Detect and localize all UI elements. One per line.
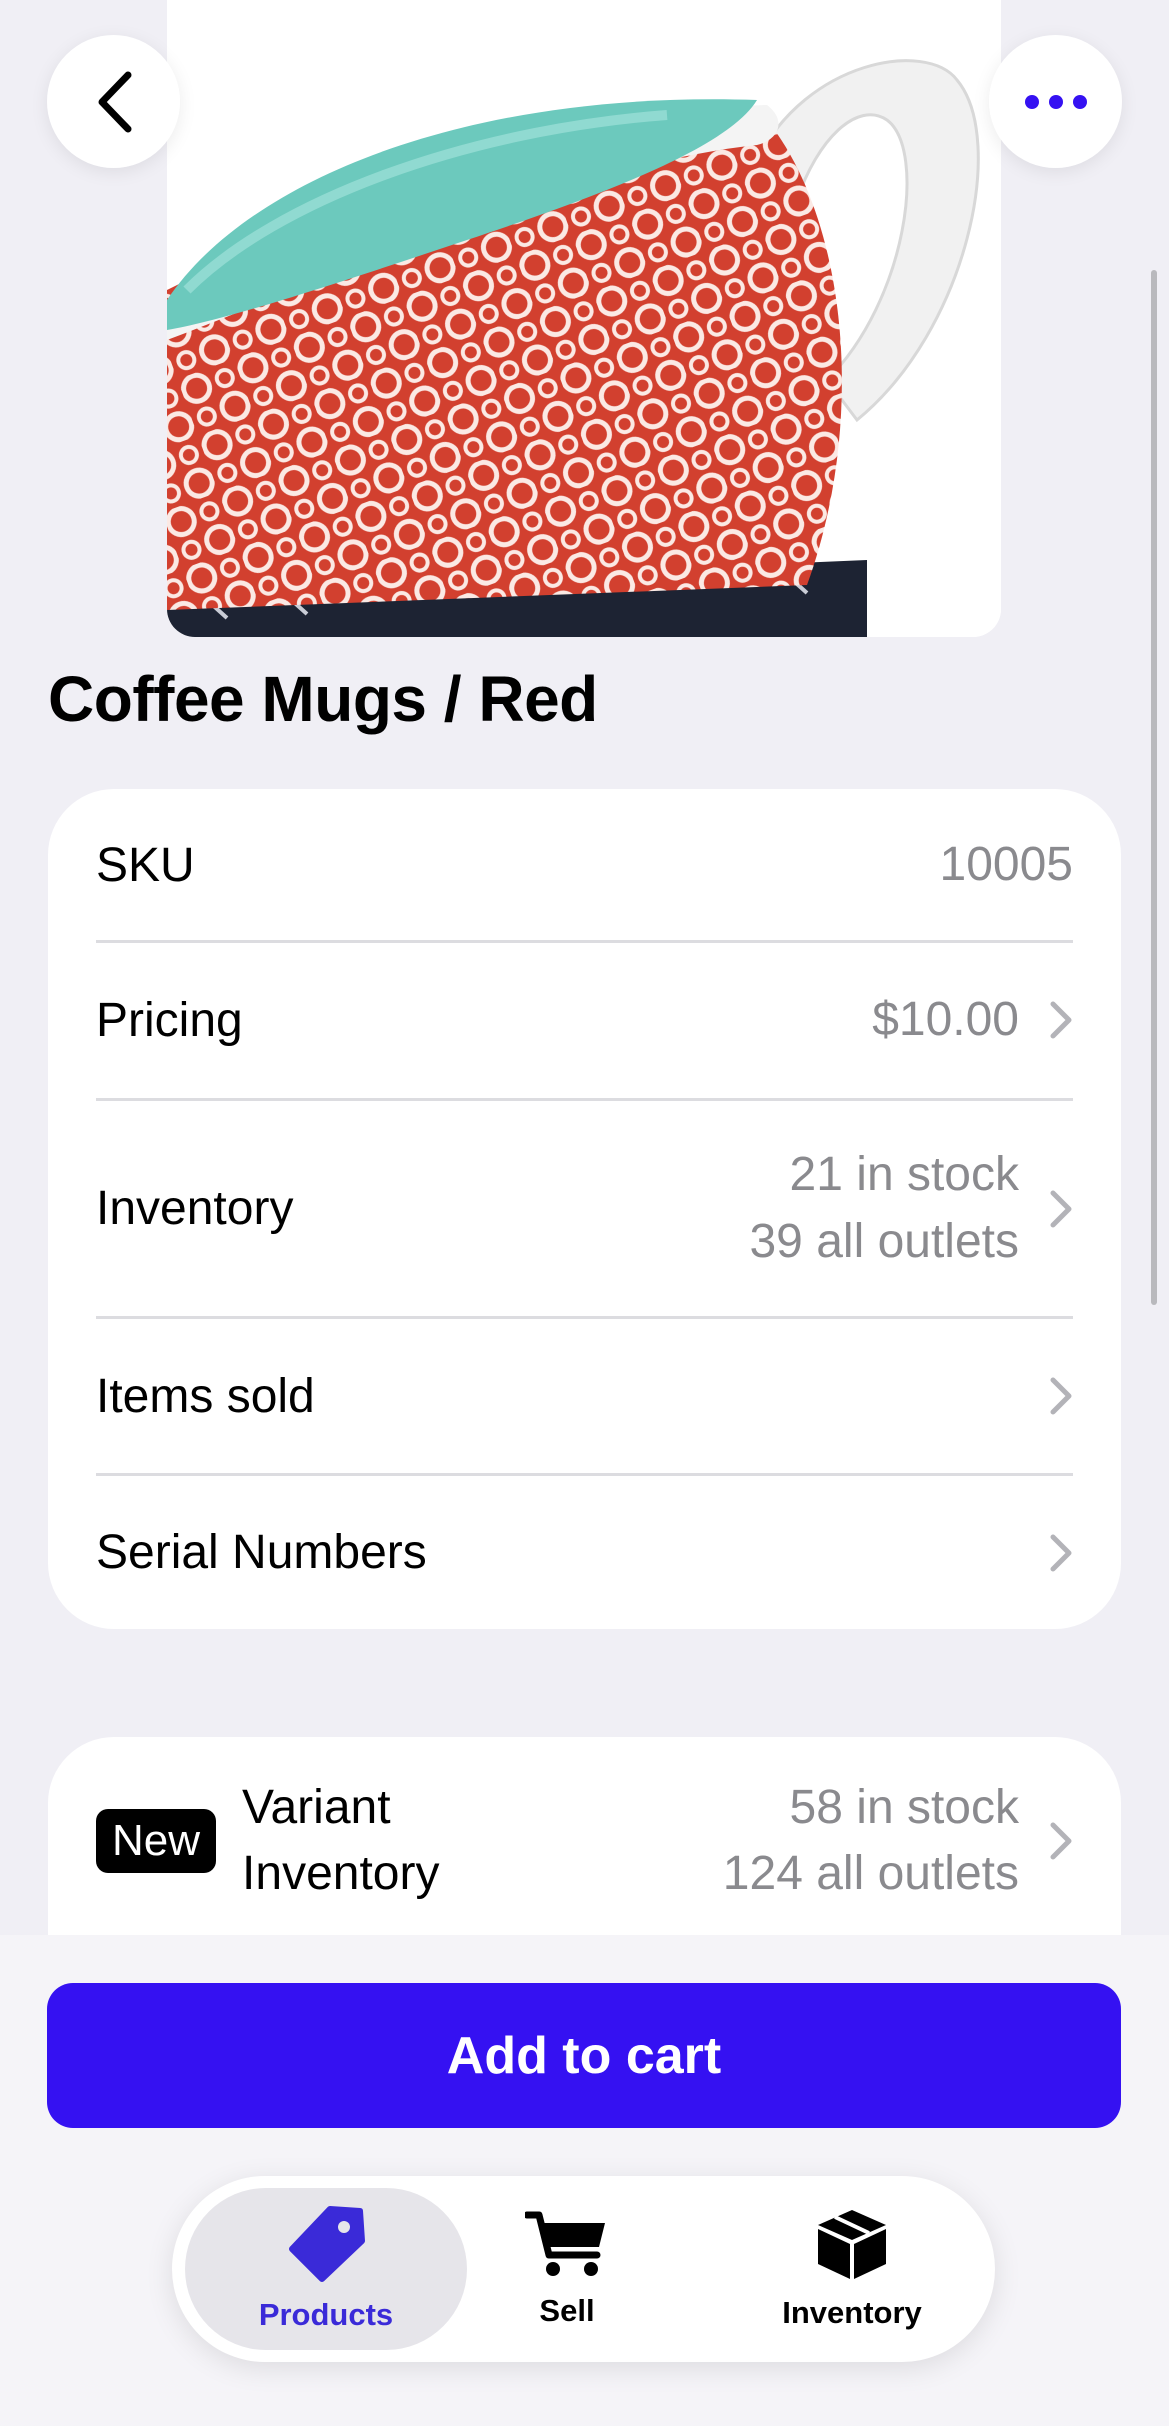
chevron-right-icon	[1050, 1190, 1072, 1227]
pricing-value: $10.00	[872, 992, 1019, 1046]
new-badge: New	[96, 1808, 217, 1874]
tab-bar: Products Sell Inventory	[172, 2176, 995, 2362]
add-to-cart-button[interactable]: Add to cart	[47, 1983, 1121, 2128]
items-sold-row[interactable]: Items sold	[96, 1319, 1073, 1473]
chevron-right-icon	[1050, 1377, 1072, 1415]
variant-label-line1: Variant	[242, 1780, 391, 1834]
inventory-stock: 21 in stock	[789, 1148, 1019, 1202]
sku-row: SKU 10005	[96, 789, 1073, 941]
chevron-left-icon	[98, 71, 131, 132]
inventory-values: 21 in stock 39 all outlets	[749, 1142, 1019, 1274]
tag-icon	[289, 2206, 365, 2282]
tab-sell-label: Sell	[539, 2293, 595, 2328]
items-sold-label: Items sold	[96, 1369, 315, 1423]
tab-inventory[interactable]: Inventory	[762, 2188, 942, 2350]
variant-inventory-card[interactable]: New Variant Inventory 58 in stock 124 al…	[48, 1737, 1121, 1937]
variant-stock: 58 in stock	[789, 1780, 1019, 1834]
tab-sell[interactable]: Sell	[492, 2188, 642, 2350]
cart-icon	[525, 2211, 605, 2276]
product-image	[167, 0, 1001, 637]
variant-values: 58 in stock 124 all outlets	[723, 1775, 1019, 1907]
variant-inventory-row[interactable]: New Variant Inventory 58 in stock 124 al…	[96, 1773, 1073, 1909]
inventory-outlets: 39 all outlets	[749, 1214, 1019, 1268]
back-button[interactable]	[47, 35, 180, 168]
pricing-row[interactable]: Pricing $10.00	[96, 943, 1073, 1097]
product-details-card: SKU 10005 Pricing $10.00 Inventory 21 in…	[48, 789, 1121, 1629]
serial-numbers-label: Serial Numbers	[96, 1526, 427, 1579]
chevron-right-icon	[1050, 1534, 1072, 1571]
sku-value: 10005	[939, 837, 1073, 891]
serial-numbers-row[interactable]: Serial Numbers	[96, 1476, 1073, 1629]
inventory-label: Inventory	[96, 1182, 294, 1235]
variant-outlets: 124 all outlets	[722, 1847, 1019, 1900]
tab-inventory-label: Inventory	[782, 2295, 922, 2330]
box-icon	[818, 2210, 886, 2279]
variant-inventory-label: Variant Inventory	[242, 1775, 439, 1907]
chevron-right-icon	[1050, 1001, 1072, 1039]
more-options-button[interactable]	[989, 35, 1122, 168]
sku-label: SKU	[96, 838, 195, 892]
inventory-row[interactable]: Inventory 21 in stock 39 all outlets	[96, 1101, 1073, 1316]
product-title: Coffee Mugs / Red	[48, 663, 598, 735]
scrollbar[interactable]	[1151, 270, 1157, 1305]
variant-label-line2: Inventory	[242, 1847, 440, 1900]
tab-products-label: Products	[258, 2297, 394, 2332]
chevron-right-icon	[1050, 1822, 1072, 1860]
ellipsis-icon	[1024, 94, 1087, 109]
pricing-label: Pricing	[96, 993, 243, 1047]
tab-products[interactable]: Products	[185, 2188, 467, 2350]
